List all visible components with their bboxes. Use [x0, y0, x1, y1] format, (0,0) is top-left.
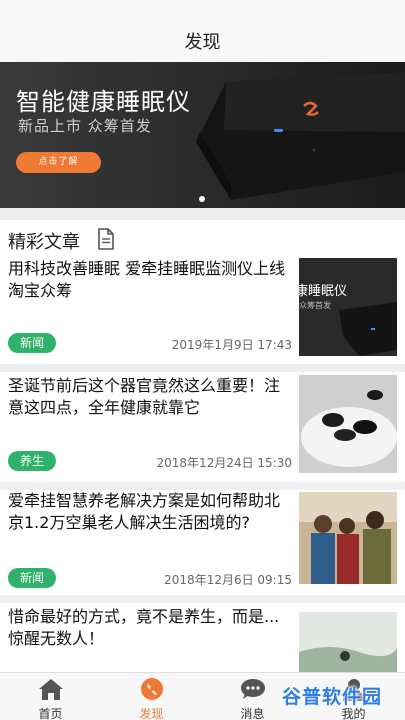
article-thumbnail[interactable]: [299, 612, 397, 672]
article-title[interactable]: 惜命最好的方式，竟不是养生，而是...惊醒无数人！: [8, 606, 293, 650]
tab-label: 发现: [139, 707, 164, 720]
berries-image: [299, 375, 397, 473]
divider: [0, 595, 405, 603]
document-icon: [98, 228, 114, 250]
article-thumbnail[interactable]: [299, 492, 397, 584]
article-section: 精彩文章 用科技改善睡眠 爱牵挂睡眠监测仪上线淘宝众筹 新闻 2019年1月9日…: [0, 220, 405, 672]
section-title: 精彩文章: [8, 232, 80, 253]
category-tag: 新闻: [8, 568, 56, 588]
banner-headline: 智能健康睡眠仪: [16, 88, 191, 116]
banner-cta-button[interactable]: 点击了解: [16, 152, 101, 173]
list-item[interactable]: 圣诞节前后这个器官竟然这么重要！注意这四点，全年健康就靠它 养生 2018年12…: [0, 375, 405, 491]
sleep-device-image: [196, 72, 405, 200]
tab-label: 首页: [38, 707, 63, 720]
article-thumbnail[interactable]: [299, 375, 397, 473]
watermark-text: 谷普软件园: [282, 686, 383, 708]
carousel-indicator[interactable]: [199, 196, 205, 202]
article-date: 2018年12月6日 09:15: [164, 573, 292, 587]
article-title[interactable]: 圣诞节前后这个器官竟然这么重要！注意这四点，全年健康就靠它: [8, 375, 293, 419]
article-date: 2018年12月24日 15:30: [156, 456, 292, 470]
tab-discover[interactable]: 发现: [101, 673, 202, 720]
compass-icon: [141, 678, 163, 700]
category-tag: 新闻: [8, 333, 56, 353]
article-date: 2019年1月9日 17:43: [171, 338, 292, 352]
list-item[interactable]: 用科技改善睡眠 爱牵挂睡眠监测仪上线淘宝众筹 新闻 2019年1月9日 17:4…: [0, 258, 405, 374]
article-title[interactable]: 用科技改善睡眠 爱牵挂睡眠监测仪上线淘宝众筹: [8, 258, 293, 302]
article-title[interactable]: 爱牵挂智慧养老解决方案是如何帮助北京1.2万空巢老人解决生活困境的?: [8, 490, 293, 534]
page-title: 发现: [184, 32, 221, 53]
people-photo: [299, 492, 397, 584]
divider: [0, 364, 405, 372]
category-tag: 养生: [8, 451, 56, 471]
home-icon: [39, 679, 63, 700]
article-thumbnail[interactable]: 康睡眠仪 众筹首发: [299, 258, 397, 356]
list-item[interactable]: 爱牵挂智慧养老解决方案是如何帮助北京1.2万空巢老人解决生活困境的? 新闻 20…: [0, 490, 405, 606]
tab-home[interactable]: 首页: [0, 673, 101, 720]
sleep-device-image: [339, 302, 397, 356]
top-header: 发现: [0, 0, 405, 62]
divider: [0, 482, 405, 490]
section-gap: [0, 208, 405, 220]
chat-icon: [241, 679, 265, 699]
landscape-image: [299, 612, 397, 672]
banner-subline: 新品上市 众筹首发: [18, 117, 152, 135]
list-item[interactable]: 惜命最好的方式，竟不是养生，而是...惊醒无数人！: [0, 606, 405, 672]
promo-banner[interactable]: 智能健康睡眠仪 新品上市 众筹首发 点击了解: [0, 62, 405, 208]
